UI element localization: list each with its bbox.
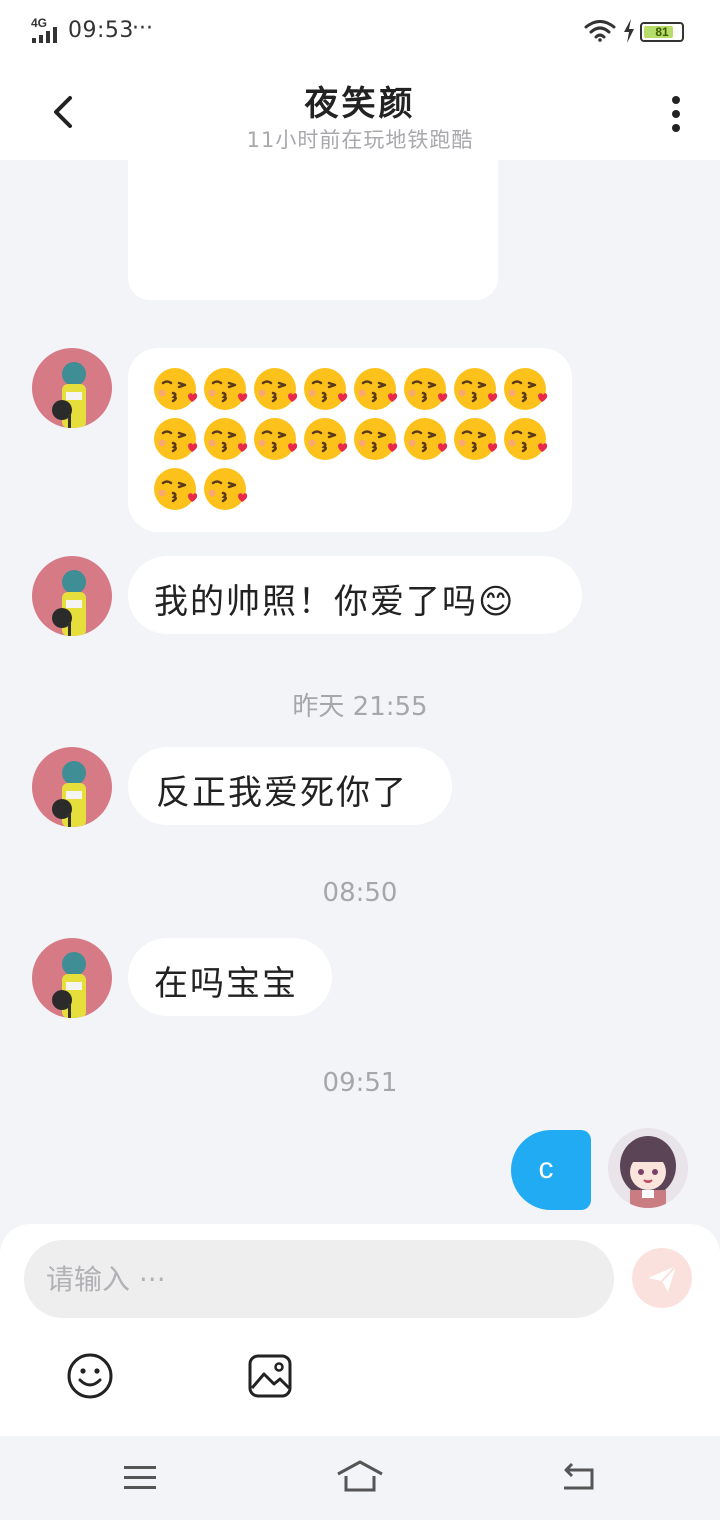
more-vertical-icon[interactable] (656, 92, 696, 136)
avatar-image (32, 556, 112, 636)
message-timestamp: 昨天 21:55 (292, 692, 428, 722)
contact-avatar[interactable] (32, 556, 112, 636)
image-message-card[interactable] (128, 160, 498, 300)
message-timestamp: 08:50 (322, 878, 398, 908)
send-button[interactable] (632, 1248, 692, 1308)
contact-avatar[interactable] (32, 348, 112, 428)
chat-header: 夜笑颜 11小时前在玩地铁跑酷 (0, 64, 720, 160)
kissing-face-heart-icon (502, 366, 548, 412)
contact-status: 11小时前在玩地铁跑酷 (246, 128, 474, 152)
kissing-face-heart-icon (152, 416, 198, 462)
message-text: 我的帅照！你爱了吗😊 (154, 582, 516, 622)
kissing-face-heart-icon (352, 416, 398, 462)
kissing-face-heart-icon (352, 366, 398, 412)
message-bubble[interactable] (128, 348, 572, 532)
contact-avatar[interactable] (32, 747, 112, 827)
contact-avatar[interactable] (32, 938, 112, 1018)
kissing-face-heart-icon (302, 416, 348, 462)
kissing-face-heart-icon (252, 366, 298, 412)
kissing-face-heart-icon (202, 466, 248, 512)
message-text: c (538, 1152, 554, 1185)
emoji-grid (150, 366, 560, 516)
kissing-face-heart-icon (202, 366, 248, 412)
status-time: 09:53 (68, 18, 134, 43)
system-nav-bar (0, 1436, 720, 1520)
kissing-face-heart-icon (502, 416, 548, 462)
avatar-image (608, 1128, 688, 1208)
kissing-face-heart-icon (152, 366, 198, 412)
smiley-face-icon[interactable] (66, 1352, 114, 1400)
message-bubble[interactable]: 在吗宝宝 (128, 938, 332, 1016)
input-panel (0, 1224, 720, 1436)
message-text: 反正我爱死你了 (156, 773, 408, 813)
status-bar: 4G 09:53 ··· 81 (0, 0, 720, 64)
chevron-left-icon[interactable] (40, 84, 88, 140)
kissing-face-heart-icon (402, 366, 448, 412)
message-text: 在吗宝宝 (154, 964, 298, 1004)
home-icon[interactable] (336, 1458, 384, 1494)
battery-level: 81 (655, 25, 669, 39)
kissing-face-heart-icon (252, 416, 298, 462)
back-icon[interactable] (560, 1460, 598, 1492)
kissing-face-heart-icon (152, 466, 198, 512)
avatar-image (32, 747, 112, 827)
svg-text:4G: 4G (31, 16, 47, 30)
image-icon[interactable] (246, 1352, 294, 1400)
menu-icon[interactable] (122, 1462, 158, 1494)
kissing-face-heart-icon (202, 416, 248, 462)
kissing-face-heart-icon (402, 416, 448, 462)
avatar-image (32, 348, 112, 428)
message-timestamp: 09:51 (322, 1068, 398, 1098)
my-message-bubble[interactable]: c (511, 1130, 591, 1210)
avatar-image (32, 938, 112, 1018)
kissing-face-heart-icon (452, 366, 498, 412)
battery-indicator: 81 (640, 22, 684, 42)
signal-icon: 4G (31, 16, 57, 43)
contact-name[interactable]: 夜笑颜 (160, 76, 560, 125)
my-avatar[interactable] (608, 1128, 688, 1208)
charging-icon (624, 19, 634, 43)
status-dots: ··· (132, 16, 153, 41)
wifi-icon (584, 20, 616, 42)
paper-plane-icon (648, 1265, 677, 1292)
kissing-face-heart-icon (302, 366, 348, 412)
message-bubble[interactable]: 我的帅照！你爱了吗😊 (128, 556, 582, 634)
message-input[interactable] (24, 1240, 614, 1318)
message-list[interactable]: 我的帅照！你爱了吗😊 昨天 21:55 反正我爱死你了 08:50 在吗宝宝 0… (0, 160, 720, 1224)
message-bubble[interactable]: 反正我爱死你了 (128, 747, 452, 825)
kissing-face-heart-icon (452, 416, 498, 462)
